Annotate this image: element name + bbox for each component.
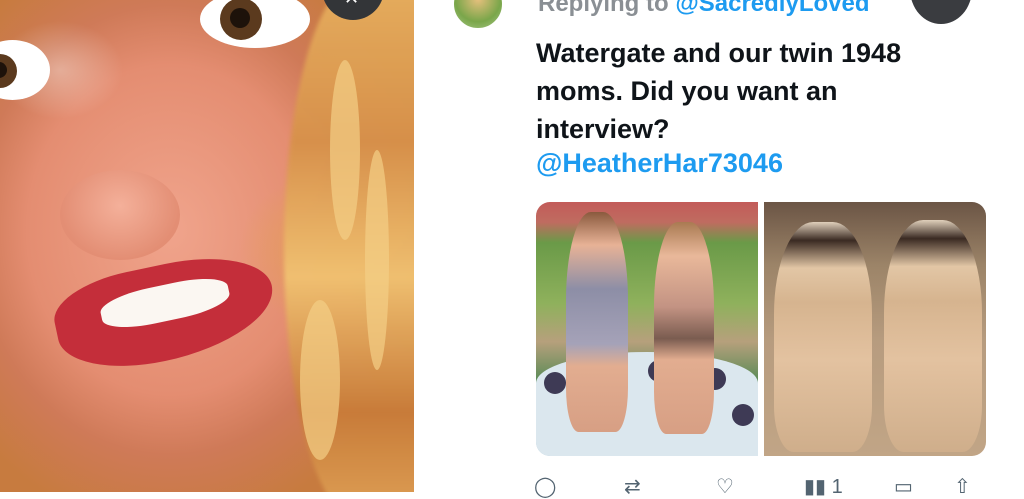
action-bar: ◯ ⇄ ♡ ▮▮ 1 ▭ ⇧: [534, 474, 990, 498]
views-button[interactable]: ▮▮ 1: [804, 474, 843, 499]
girl-right: [654, 222, 714, 434]
replying-to: Replying to @SacredlyLoved: [538, 0, 870, 18]
girl-left-dress: [774, 222, 872, 452]
more-options-button[interactable]: [910, 0, 972, 24]
replying-handle[interactable]: @SacredlyLoved: [675, 0, 869, 17]
selfie-photo: ✕: [0, 0, 414, 492]
tweet-text: Watergate and our twin 1948 moms. Did yo…: [536, 38, 902, 144]
media-image-dresses-photo[interactable]: [764, 202, 986, 456]
replying-label: Replying to: [538, 0, 669, 17]
bookmark-icon[interactable]: ▭: [894, 474, 913, 499]
views-count: 1: [831, 476, 843, 498]
left-eye: [0, 40, 50, 100]
hair-strand: [330, 60, 360, 240]
close-icon: ✕: [344, 0, 359, 9]
share-icon[interactable]: ⇧: [954, 474, 971, 499]
girl-left: [566, 212, 628, 432]
avatar[interactable]: [452, 0, 504, 30]
tweet-mention[interactable]: @HeatherHar73046: [536, 148, 783, 179]
tweet-media[interactable]: [536, 202, 986, 456]
heart-icon[interactable]: ♡: [716, 474, 734, 499]
hair-strand: [300, 300, 340, 460]
right-eye: [200, 0, 310, 48]
hair-strand: [365, 150, 389, 370]
retweet-icon[interactable]: ⇄: [624, 474, 641, 499]
reply-icon[interactable]: ◯: [534, 474, 556, 499]
tweet: Replying to @SacredlyLoved Watergate and…: [414, 0, 1024, 498]
girl-right-dress: [884, 220, 982, 452]
nose: [60, 170, 180, 260]
media-image-pool-photo[interactable]: [536, 202, 758, 456]
views-icon: ▮▮: [804, 476, 827, 498]
